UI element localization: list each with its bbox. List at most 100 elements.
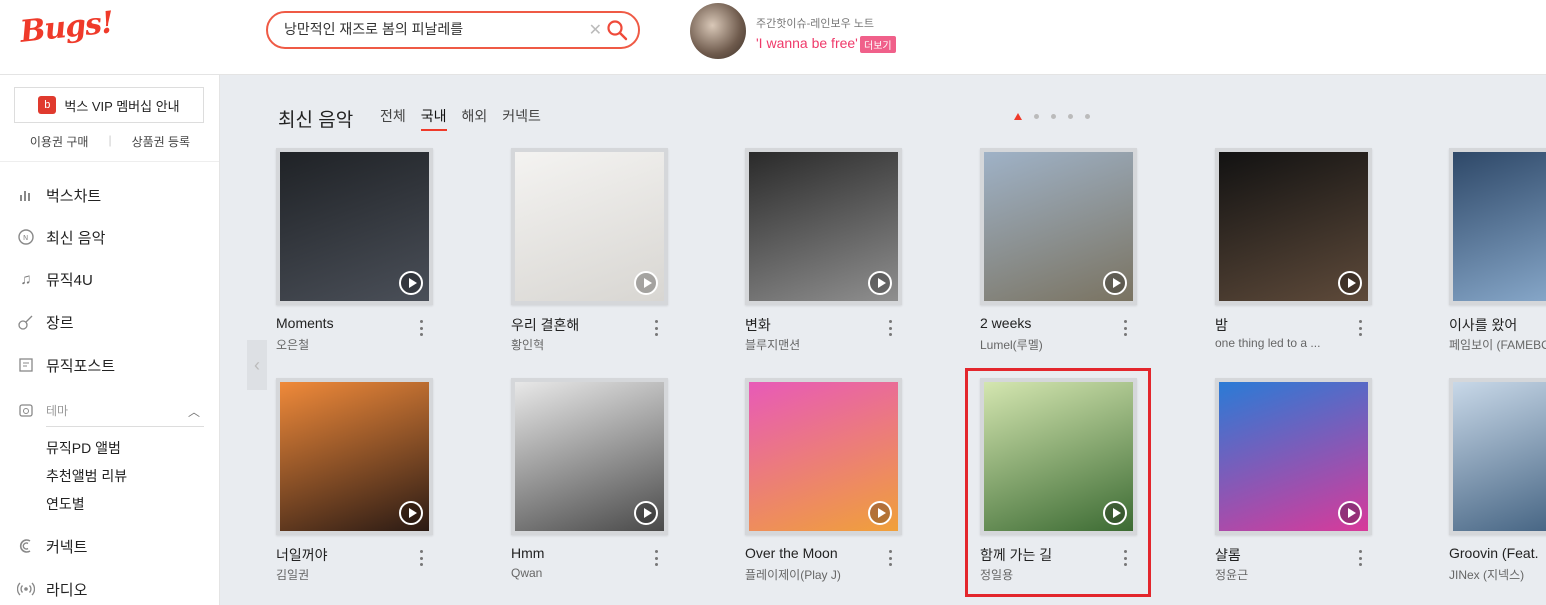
track-title[interactable]: 2 weeks — [980, 315, 1130, 331]
track-artist[interactable]: 플레이제이(Play J) — [745, 566, 885, 583]
track-title[interactable]: Hmm — [511, 545, 661, 561]
track-artist[interactable]: 황인혁 — [511, 336, 651, 353]
promo-title[interactable]: 'I wanna be free' — [756, 35, 858, 51]
album-cover[interactable] — [511, 378, 668, 535]
page-dot[interactable] — [1068, 114, 1073, 119]
more-options-icon[interactable] — [1355, 548, 1365, 568]
page-dot[interactable] — [1034, 114, 1039, 119]
album-card[interactable]: Hmm Qwan — [511, 378, 686, 580]
track-title[interactable]: 밤 — [1215, 315, 1365, 335]
vip-membership-button[interactable]: b 벅스 VIP 멤버십 안내 — [14, 87, 204, 123]
more-options-icon[interactable] — [651, 318, 661, 338]
album-cover[interactable] — [745, 148, 902, 305]
album-cover[interactable] — [1449, 378, 1546, 535]
album-cover[interactable] — [276, 378, 433, 535]
more-options-icon[interactable] — [416, 318, 426, 338]
album-cover[interactable] — [1215, 148, 1372, 305]
album-card[interactable]: 변화 블루지맨션 — [745, 148, 920, 352]
album-cover[interactable] — [511, 148, 668, 305]
play-icon[interactable] — [868, 501, 892, 525]
play-icon[interactable] — [1338, 501, 1362, 525]
track-title[interactable]: Over the Moon — [745, 545, 895, 561]
register-gift-link[interactable]: 상품권 등록 — [132, 133, 191, 150]
album-cover[interactable] — [745, 378, 902, 535]
play-icon[interactable] — [399, 271, 423, 295]
track-artist[interactable]: one thing led to a ... — [1215, 336, 1355, 350]
album-card[interactable]: 밤 one thing led to a ... — [1215, 148, 1390, 350]
tab-overseas[interactable]: 해외 — [462, 106, 488, 131]
track-title[interactable]: 샬롬 — [1215, 545, 1365, 565]
album-card[interactable]: 2 weeks Lumel(루멜) — [980, 148, 1155, 352]
more-options-icon[interactable] — [651, 548, 661, 568]
sidebar-item-radio[interactable]: 라디오 — [16, 577, 87, 601]
track-artist[interactable]: Qwan — [511, 566, 651, 580]
track-artist[interactable]: 오은철 — [276, 336, 416, 353]
album-card[interactable]: 이사를 왔어페임보이 (FAMEBOY) — [1449, 148, 1546, 352]
track-title[interactable]: 이사를 왔어 — [1449, 315, 1546, 335]
page-dot[interactable] — [1051, 114, 1056, 119]
album-cover[interactable] — [1215, 378, 1372, 535]
search-box[interactable]: ✕ — [266, 11, 640, 49]
album-card[interactable]: Over the Moon 플레이제이(Play J) — [745, 378, 920, 582]
album-card[interactable]: 우리 결혼해 황인혁 — [511, 148, 686, 352]
search-icon[interactable] — [606, 19, 628, 41]
close-icon[interactable]: ✕ — [589, 20, 602, 40]
sidebar-item-new-music[interactable]: N 최신 음악 — [16, 225, 105, 249]
track-title[interactable]: 변화 — [745, 315, 895, 335]
sidebar-item-genre[interactable]: 장르 — [16, 310, 74, 334]
search-input[interactable] — [284, 21, 584, 37]
track-title[interactable]: Moments — [276, 315, 426, 331]
more-options-icon[interactable] — [416, 548, 426, 568]
play-icon[interactable] — [634, 501, 658, 525]
album-card[interactable]: 너일꺼야 김일권 — [276, 378, 451, 582]
sidebar-item-musicpost[interactable]: 뮤직포스트 — [16, 353, 115, 377]
sidebar-item-connect[interactable]: 커넥트 — [16, 534, 87, 558]
track-artist[interactable]: Lumel(루멜) — [980, 336, 1120, 353]
promo-thumbnail[interactable] — [690, 3, 746, 59]
page-dot-active[interactable] — [1014, 113, 1022, 120]
track-artist[interactable]: 블루지맨션 — [745, 336, 885, 353]
play-icon[interactable] — [1338, 271, 1362, 295]
play-icon[interactable] — [1103, 271, 1127, 295]
more-options-icon[interactable] — [1120, 548, 1130, 568]
play-icon[interactable] — [399, 501, 423, 525]
sidebar-item-theme[interactable]: 테마 — [16, 398, 68, 422]
track-title[interactable]: Groovin (Feat. — [1449, 545, 1546, 561]
tab-all[interactable]: 전체 — [380, 106, 406, 131]
album-cover[interactable] — [980, 378, 1137, 535]
more-options-icon[interactable] — [885, 318, 895, 338]
track-title[interactable]: 우리 결혼해 — [511, 315, 661, 335]
play-icon[interactable] — [1103, 501, 1127, 525]
theme-sub-musicpd[interactable]: 뮤직PD 앨범 — [46, 438, 121, 458]
play-icon[interactable] — [634, 271, 658, 295]
track-artist[interactable]: JINex (지넥스) — [1449, 566, 1546, 583]
album-card[interactable]: Moments 오은철 — [276, 148, 451, 352]
album-card[interactable]: 샬롬 정윤근 — [1215, 378, 1390, 582]
track-artist[interactable]: 페임보이 (FAMEBOY) — [1449, 336, 1546, 353]
more-options-icon[interactable] — [1355, 318, 1365, 338]
bugs-logo[interactable]: Bugs! — [18, 5, 114, 50]
album-card[interactable]: Groovin (Feat. JINex (지넥스) — [1449, 378, 1546, 582]
play-icon[interactable] — [868, 271, 892, 295]
album-cover[interactable] — [1449, 148, 1546, 305]
sidebar-item-chart[interactable]: 벅스차트 — [16, 183, 101, 207]
track-artist[interactable]: 김일권 — [276, 566, 416, 583]
theme-sub-year[interactable]: 연도별 — [46, 494, 85, 514]
album-cover[interactable] — [276, 148, 433, 305]
page-dot[interactable] — [1085, 114, 1090, 119]
album-cover[interactable] — [980, 148, 1137, 305]
tab-domestic[interactable]: 국내 — [420, 106, 447, 131]
buy-pass-link[interactable]: 이용권 구매 — [30, 133, 89, 150]
sidebar-item-music4u[interactable]: ♫ 뮤직4U — [16, 267, 92, 291]
theme-sub-review[interactable]: 추천앨범 리뷰 — [46, 466, 127, 486]
track-title[interactable]: 너일꺼야 — [276, 545, 426, 565]
track-title[interactable]: 함께 가는 길 — [980, 545, 1130, 565]
more-options-icon[interactable] — [1120, 318, 1130, 338]
tab-connect[interactable]: 커넥트 — [502, 106, 541, 131]
track-artist[interactable]: 정일용 — [980, 566, 1120, 583]
prev-arrow-button[interactable]: ‹ — [247, 340, 267, 390]
chevron-up-icon[interactable]: ︿ — [188, 403, 200, 420]
more-options-icon[interactable] — [885, 548, 895, 568]
promo-more-button[interactable]: 더보기 — [860, 36, 896, 53]
album-card[interactable]: 함께 가는 길 정일용 — [980, 378, 1155, 582]
